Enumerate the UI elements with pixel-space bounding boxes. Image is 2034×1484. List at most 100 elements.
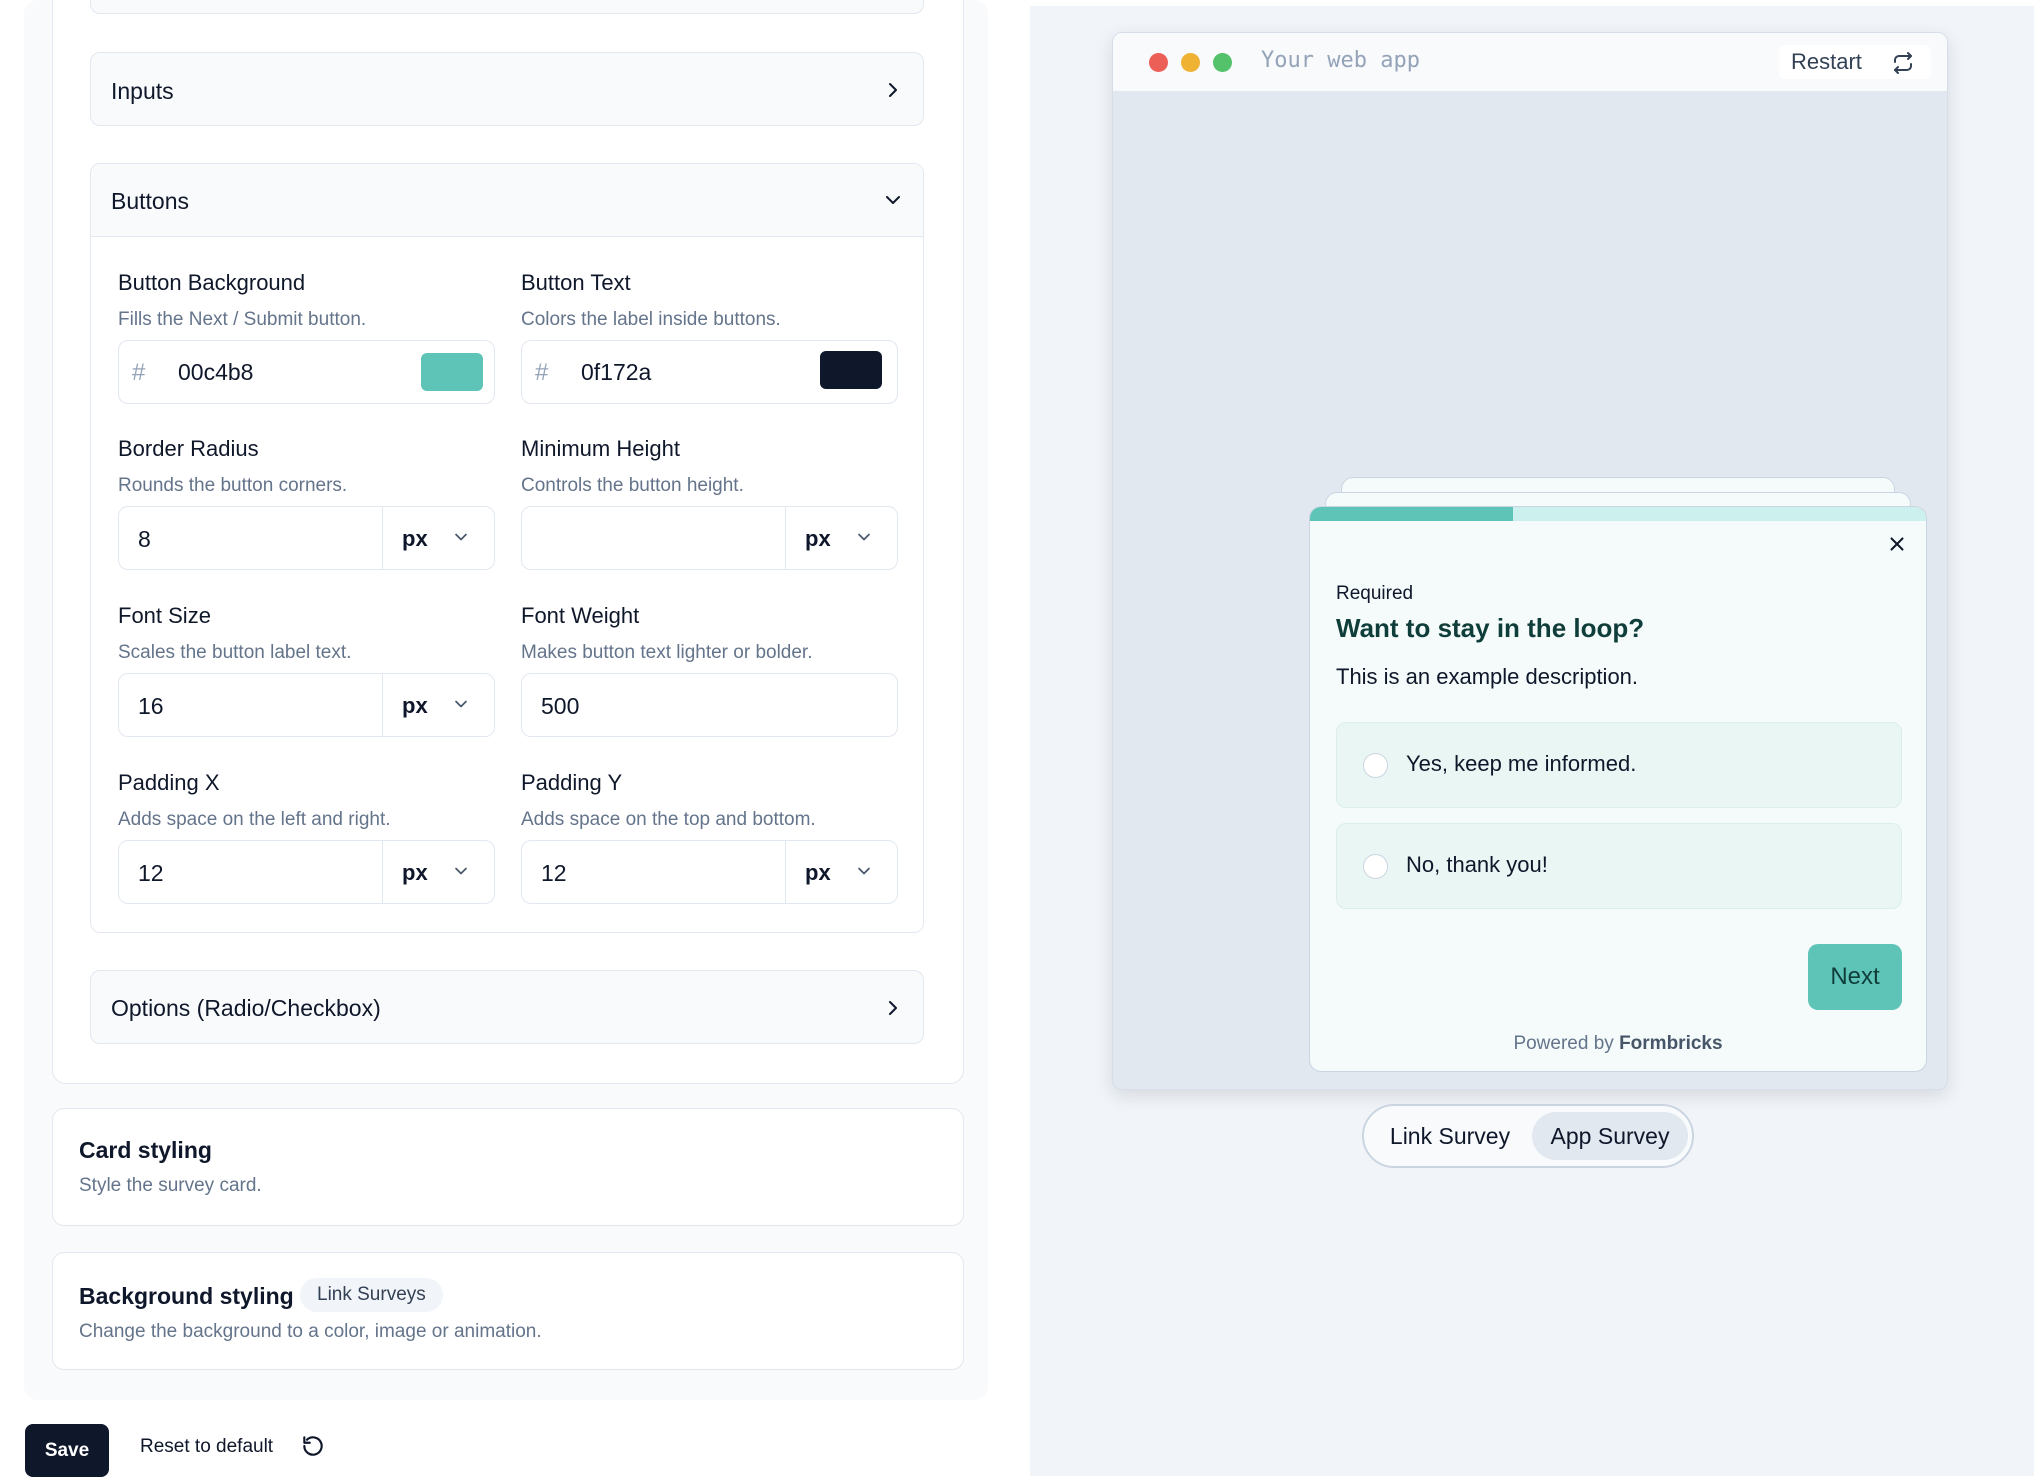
unit-divider — [785, 841, 786, 903]
window-close-dot — [1149, 53, 1168, 72]
font-weight-input[interactable]: 500 — [521, 673, 898, 737]
padding-x-value: 12 — [138, 860, 164, 886]
window-maximize-dot — [1213, 53, 1232, 72]
font-size-value: 16 — [138, 693, 164, 719]
button-background-desc: Fills the Next / Submit button. — [118, 309, 367, 330]
restart-button[interactable]: Restart — [1779, 45, 1931, 79]
chevron-down-icon — [858, 867, 870, 875]
background-styling-section[interactable]: Background styling Link Surveys Change t… — [52, 1252, 964, 1370]
progress-bar — [1310, 507, 1926, 521]
accordion-options-title: Options (Radio/Checkbox) — [111, 995, 381, 1021]
button-background-label: Button Background — [118, 270, 306, 295]
font-size-desc: Scales the button label text. — [118, 642, 352, 663]
url-bar: Your web app — [1261, 48, 1420, 73]
color-swatch[interactable] — [421, 353, 483, 391]
link-survey-tab[interactable]: Link Survey — [1372, 1112, 1528, 1160]
accordion-inputs[interactable]: Inputs — [90, 52, 924, 126]
next-button[interactable]: Next — [1808, 944, 1902, 1010]
padding-x-desc: Adds space on the left and right. — [118, 809, 391, 830]
minimum-height-input[interactable]: px — [521, 506, 898, 570]
unit-divider — [785, 507, 786, 569]
accordion-buttons-title: Buttons — [111, 188, 189, 214]
button-text-value: 0f172a — [581, 359, 652, 385]
padding-y-desc: Adds space on the top and bottom. — [521, 809, 816, 830]
font-weight-value: 500 — [541, 693, 580, 719]
close-icon[interactable] — [1886, 533, 1908, 555]
hash-prefix: # — [132, 359, 146, 386]
formbricks-link[interactable]: Formbricks — [1619, 1033, 1722, 1054]
button-background-input[interactable]: # 00c4b8 — [118, 340, 495, 404]
card-styling-section[interactable]: Card styling Style the survey card. — [52, 1108, 964, 1226]
question-description: This is an example description. — [1336, 664, 1639, 689]
chevron-right-icon — [889, 83, 897, 97]
border-radius-value: 8 — [138, 526, 151, 552]
font-size-input[interactable]: 16 px — [118, 673, 495, 737]
unit-select[interactable]: px — [805, 526, 831, 552]
unit-divider — [382, 841, 383, 903]
border-radius-label: Border Radius — [118, 436, 259, 461]
minimum-height-label: Minimum Height — [521, 436, 680, 461]
card-styling-desc: Style the survey card. — [79, 1175, 262, 1196]
unit-divider — [382, 507, 383, 569]
powered-prefix: Powered by — [1513, 1033, 1614, 1054]
background-styling-title: Background styling — [79, 1283, 294, 1309]
button-background-value: 00c4b8 — [178, 359, 254, 385]
chevron-right-icon — [889, 1001, 897, 1015]
reset-to-default-button[interactable]: Reset to default — [140, 1436, 323, 1458]
restart-label: Restart — [1791, 49, 1862, 74]
button-text-label: Button Text — [521, 270, 631, 295]
unit-divider — [382, 674, 383, 736]
save-button[interactable]: Save — [25, 1424, 109, 1477]
hash-prefix: # — [535, 359, 549, 386]
progress-fill — [1310, 507, 1514, 521]
border-radius-desc: Rounds the button corners. — [118, 475, 348, 496]
option-label: Yes, keep me informed. — [1406, 751, 1637, 776]
option-yes[interactable]: Yes, keep me informed. — [1336, 722, 1902, 808]
reset-label: Reset to default — [140, 1436, 274, 1457]
required-label: Required — [1336, 583, 1414, 604]
button-text-desc: Colors the label inside buttons. — [521, 309, 781, 330]
app-survey-tab[interactable]: App Survey — [1532, 1112, 1688, 1160]
accordion-buttons: Buttons Button Background Fills the Next… — [90, 163, 924, 933]
radio-button[interactable] — [1363, 854, 1388, 879]
padding-y-value: 12 — [541, 860, 567, 886]
repeat-icon — [1894, 52, 1912, 74]
radio-button[interactable] — [1363, 753, 1388, 778]
chevron-down-icon — [455, 867, 467, 875]
accordion-buttons-header[interactable]: Buttons — [91, 164, 923, 237]
unit-select[interactable]: px — [402, 693, 428, 719]
link-surveys-badge: Link Surveys — [300, 1278, 443, 1312]
chevron-down-icon — [455, 533, 467, 541]
unit-select[interactable]: px — [402, 860, 428, 886]
option-no[interactable]: No, thank you! — [1336, 823, 1902, 909]
minimum-height-desc: Controls the button height. — [521, 475, 744, 496]
card-styling-title: Card styling — [79, 1137, 212, 1163]
powered-by: Powered by Formbricks — [1310, 1033, 1926, 1055]
option-label: No, thank you! — [1406, 852, 1548, 877]
accordion-collapsed-prev[interactable] — [90, 0, 924, 14]
question-title: Want to stay in the loop? — [1336, 613, 1645, 643]
unit-select[interactable]: px — [805, 860, 831, 886]
window-minimize-dot — [1181, 53, 1200, 72]
font-weight-desc: Makes button text lighter or bolder. — [521, 642, 813, 663]
browser-toolbar: Your web app Restart — [1113, 33, 1947, 91]
chevron-down-icon — [455, 700, 467, 708]
survey-card: Required Want to stay in the loop? This … — [1309, 506, 1927, 1072]
color-swatch[interactable] — [820, 351, 882, 389]
padding-y-label: Padding Y — [521, 770, 623, 795]
padding-y-input[interactable]: 12 px — [521, 840, 898, 904]
accordion-inputs-title: Inputs — [111, 78, 174, 104]
chevron-down-icon — [886, 196, 900, 204]
border-radius-input[interactable]: 8 px — [118, 506, 495, 570]
accordion-options[interactable]: Options (Radio/Checkbox) — [90, 970, 924, 1044]
unit-select[interactable]: px — [402, 526, 428, 552]
undo-icon — [303, 1436, 323, 1456]
survey-type-toggle: Link Survey App Survey — [1362, 1104, 1694, 1168]
button-text-input[interactable]: # 0f172a — [521, 340, 898, 404]
chevron-down-icon — [858, 533, 870, 541]
padding-x-input[interactable]: 12 px — [118, 840, 495, 904]
padding-x-label: Padding X — [118, 770, 220, 795]
font-weight-label: Font Weight — [521, 603, 640, 628]
font-size-label: Font Size — [118, 603, 211, 628]
background-styling-desc: Change the background to a color, image … — [79, 1321, 542, 1342]
